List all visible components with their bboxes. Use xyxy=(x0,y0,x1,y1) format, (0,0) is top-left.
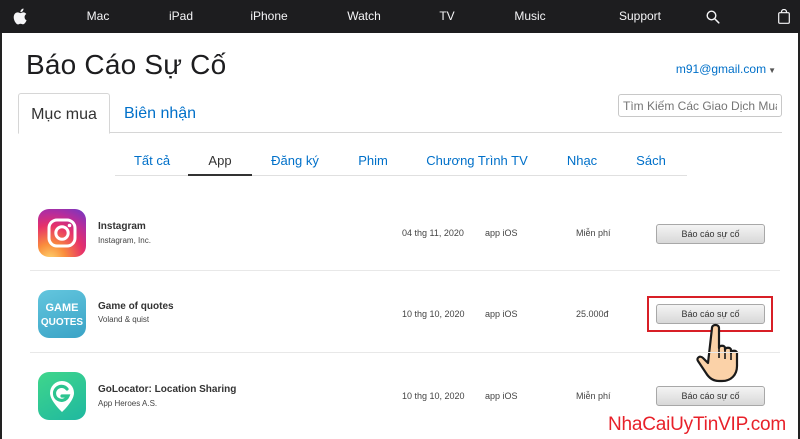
purchase-date: 10 thg 10, 2020 xyxy=(402,309,465,319)
nav-support[interactable]: Support xyxy=(619,0,661,33)
page-title: Báo Cáo Sự Cố xyxy=(26,49,227,80)
report-problem-button[interactable]: Báo cáo sự cố xyxy=(656,386,765,406)
game-of-quotes-icon: GAME QUOTES xyxy=(38,290,86,338)
bag-icon[interactable] xyxy=(778,0,792,33)
tab-all[interactable]: Tất cả xyxy=(134,153,170,168)
app-developer: App Heroes A.S. xyxy=(98,399,158,408)
account-email: m91@gmail.com xyxy=(675,62,767,76)
search-icon[interactable] xyxy=(706,0,722,33)
app-name: Instagram xyxy=(98,221,146,232)
app-name: GoLocator: Location Sharing xyxy=(98,384,237,395)
game-icon-text-top: GAME xyxy=(46,302,79,314)
chevron-down-icon: ▼ xyxy=(768,66,776,75)
app-type: app iOS xyxy=(485,228,518,238)
tab-receipts[interactable]: Biên nhận xyxy=(124,93,196,134)
app-price: Miễn phí xyxy=(576,391,611,401)
tab-movies[interactable]: Phim xyxy=(358,153,388,168)
purchase-date: 10 thg 10, 2020 xyxy=(402,391,465,401)
apple-logo-icon[interactable] xyxy=(13,0,27,33)
pointer-hand-icon xyxy=(694,322,746,384)
row-divider xyxy=(30,352,780,353)
nav-iphone[interactable]: iPhone xyxy=(250,0,287,33)
instagram-icon xyxy=(38,209,86,257)
nav-mac[interactable]: Mac xyxy=(87,0,110,33)
purchase-date: 04 thg 11, 2020 xyxy=(402,228,464,238)
app-type: app iOS xyxy=(485,309,518,319)
report-problem-button[interactable]: Báo cáo sự cố xyxy=(656,304,765,324)
game-icon-text-bottom: QUOTES xyxy=(41,317,84,328)
tab-music[interactable]: Nhạc xyxy=(567,153,597,168)
account-menu[interactable]: m91@gmail.com ▼ xyxy=(676,62,776,76)
app-price: 25.000đ xyxy=(576,309,609,319)
app-developer: Instagram, Inc. xyxy=(98,236,151,245)
report-problem-button[interactable]: Báo cáo sự cố xyxy=(656,224,765,244)
app-developer: Voland & quist xyxy=(98,315,150,324)
nav-tv[interactable]: TV xyxy=(439,0,454,33)
tab-subscriptions[interactable]: Đăng ký xyxy=(271,153,319,168)
search-input[interactable] xyxy=(618,94,782,117)
tab-books[interactable]: Sách xyxy=(636,153,666,168)
tab-app[interactable]: App xyxy=(208,153,231,168)
tab-tv-shows[interactable]: Chương Trình TV xyxy=(426,153,528,168)
global-nav: Mac iPad iPhone Watch TV Music Support xyxy=(0,0,800,33)
nav-ipad[interactable]: iPad xyxy=(169,0,193,33)
nav-music[interactable]: Music xyxy=(514,0,545,33)
watermark: NhaCaiUyTinVIP.com xyxy=(608,414,787,435)
app-name: Game of quotes xyxy=(98,301,174,312)
row-divider xyxy=(30,270,780,271)
tab-purchases[interactable]: Mục mua xyxy=(18,93,110,134)
app-price: Miễn phí xyxy=(576,228,611,238)
category-tabs: Tất cả App Đăng ký Phim Chương Trình TV … xyxy=(115,150,687,176)
golocator-icon xyxy=(38,372,86,420)
app-type: app iOS xyxy=(485,391,518,401)
nav-watch[interactable]: Watch xyxy=(347,0,381,33)
active-tab-indicator xyxy=(188,174,252,176)
